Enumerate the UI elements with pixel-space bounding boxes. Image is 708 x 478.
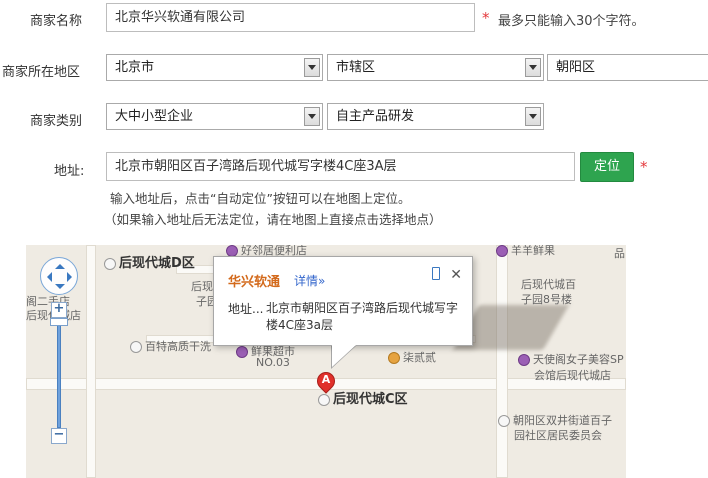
- chevron-down-icon[interactable]: [525, 107, 541, 126]
- zoom-slider-track[interactable]: [57, 318, 61, 428]
- locate-button[interactable]: 定位: [580, 152, 634, 182]
- district-select[interactable]: 朝阳区: [547, 54, 708, 81]
- category-primary-value: 大中小型企业: [115, 109, 194, 124]
- phone-icon[interactable]: [432, 267, 440, 280]
- pan-left-icon[interactable]: [42, 272, 52, 282]
- location-marker[interactable]: A: [313, 368, 339, 396]
- info-window: 华兴软通 详情» ✕ 地址... 北京市朝阳区百子湾路后现代城写字楼4C座3a层: [213, 256, 473, 346]
- info-address-key: 地址...: [228, 302, 264, 316]
- address-label: 地址:: [54, 164, 85, 179]
- chevron-down-icon[interactable]: [304, 58, 320, 77]
- info-window-tail: [332, 345, 356, 367]
- category-secondary-value: 自主产品研发: [336, 109, 415, 124]
- poi-label: 百特高质干洗: [130, 338, 211, 354]
- map-canvas[interactable]: 后现代城D区 好邻居便利店 羊羊鲜果 品 后现代城百 子园8号楼 后现代城 子园…: [26, 245, 626, 478]
- name-length-hint: 最多只能输入30个字符。: [498, 14, 645, 29]
- marker-letter: A: [321, 373, 331, 386]
- chevron-down-icon[interactable]: [525, 58, 541, 77]
- city-select[interactable]: 北京市: [106, 54, 323, 81]
- pan-up-icon[interactable]: [55, 259, 65, 269]
- shop-icon: [496, 245, 508, 257]
- restaurant-icon: [388, 352, 400, 364]
- zoom-out-button[interactable]: −: [51, 428, 67, 444]
- shop-icon: [518, 354, 530, 366]
- zoom-in-button[interactable]: +: [51, 302, 67, 318]
- poi-label: 天使阁女子美容SP: [518, 351, 624, 367]
- manual-pick-hint: （如果输入地址后无法定位，请在地图上直接点击选择地点）: [104, 212, 442, 227]
- poi-label: 后现代城D区: [104, 252, 195, 271]
- region-label: 商家所在地区: [2, 65, 81, 80]
- info-address-value: 北京市朝阳区百子湾路后现代城写字楼4C座3a层: [266, 301, 459, 332]
- info-window-title: 华兴软通: [228, 275, 281, 290]
- poi-label: 子园8号楼: [521, 293, 572, 306]
- poi-label: 羊羊鲜果: [496, 245, 555, 258]
- poi-label: 朝阳区双井街道百子: [498, 412, 612, 428]
- shop-icon: [236, 346, 248, 358]
- details-link[interactable]: 详情»: [294, 272, 325, 289]
- merchant-name-input[interactable]: 北京华兴软通有限公司: [106, 3, 475, 32]
- pan-down-icon[interactable]: [55, 284, 65, 294]
- poi-label: 会馆后现代城店: [534, 369, 611, 382]
- address-input[interactable]: 北京市朝阳区百子湾路后现代城写字楼4C座3A层: [106, 152, 575, 181]
- poi-icon: [498, 415, 510, 427]
- poi-icon: [130, 341, 142, 353]
- poi-label: 园社区居民委员会: [514, 429, 602, 442]
- required-mark: *: [640, 158, 648, 176]
- poi-label: 后现代城百: [521, 278, 576, 291]
- poi-icon: [104, 257, 116, 270]
- category-secondary-select[interactable]: 自主产品研发: [327, 103, 544, 130]
- category-primary-select[interactable]: 大中小型企业: [106, 103, 323, 130]
- locate-hint: 输入地址后，点击“自动定位”按钮可以在地图上定位。: [110, 191, 411, 206]
- poi-label: NO.03: [256, 356, 290, 369]
- district-type-select-value: 市辖区: [336, 60, 376, 75]
- map-road: [86, 245, 96, 478]
- category-label: 商家类别: [30, 114, 83, 129]
- map-pan-control[interactable]: [40, 257, 78, 295]
- merchant-name-label: 商家名称: [30, 14, 83, 29]
- required-mark: *: [482, 9, 490, 27]
- city-select-value: 北京市: [115, 60, 155, 75]
- district-type-select[interactable]: 市辖区: [327, 54, 544, 81]
- close-icon[interactable]: ✕: [450, 267, 462, 283]
- pan-right-icon[interactable]: [67, 272, 77, 282]
- map-road: [496, 245, 508, 478]
- poi-label: 品: [614, 247, 625, 260]
- district-select-value: 朝阳区: [556, 60, 596, 75]
- zoom-slider-handle[interactable]: [50, 318, 68, 326]
- chevron-down-icon[interactable]: [304, 107, 320, 126]
- poi-label: 柒贰贰: [388, 349, 436, 365]
